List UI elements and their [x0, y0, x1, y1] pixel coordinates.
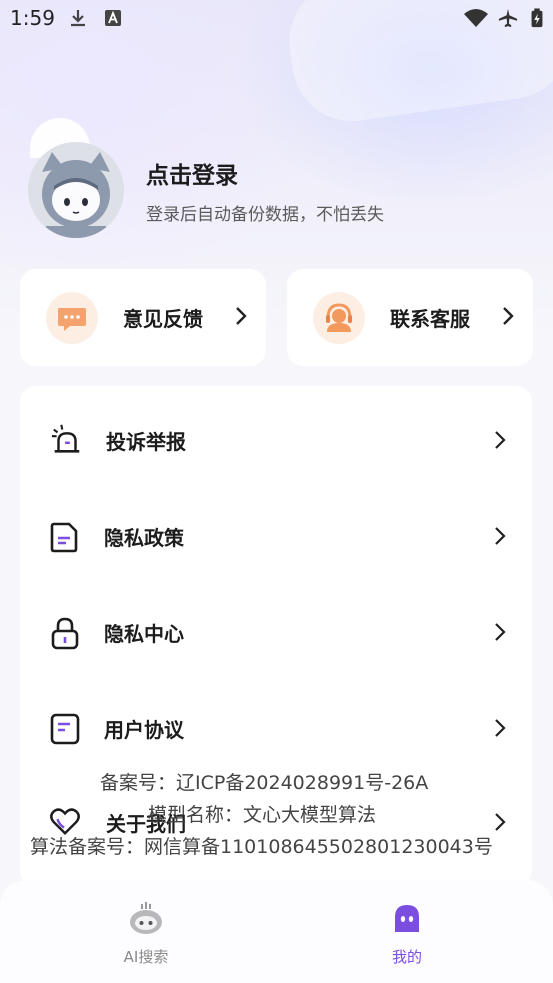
- status-time: 1:59: [10, 6, 55, 30]
- airplane-icon: [498, 8, 518, 28]
- icp-record-number: 备案号：辽ICP备2024028991号-26A: [100, 772, 429, 794]
- chevron-right-icon: [495, 719, 506, 737]
- customer-service-label: 联系客服: [390, 307, 470, 331]
- menu-item-label: 隐私政策: [104, 526, 184, 550]
- agreement-icon: [50, 713, 80, 745]
- text-a-icon: [105, 10, 121, 26]
- feedback-card[interactable]: 意见反馈: [20, 269, 266, 366]
- document-icon: [50, 522, 78, 553]
- chevron-right-icon: [495, 623, 506, 641]
- ghost-face-icon: [395, 905, 419, 932]
- robot-icon: [130, 902, 162, 934]
- tab-mine[interactable]: 我的: [269, 880, 545, 983]
- algorithm-record-number: 算法备案号：网信算备110108645502801230043号: [30, 836, 493, 858]
- login-subtitle: 登录后自动备份数据，不怕丢失: [146, 205, 384, 225]
- battery-charging-icon: [531, 8, 543, 28]
- chat-bubble-icon: [46, 292, 98, 344]
- tab-label: AI搜索: [123, 948, 169, 966]
- menu-item-complaint[interactable]: 投诉举报: [20, 410, 532, 470]
- menu-item-privacy-center[interactable]: 隐私中心: [20, 602, 532, 662]
- tab-ai-search[interactable]: AI搜索: [8, 880, 284, 983]
- chevron-right-icon: [503, 307, 514, 325]
- wifi-icon: [464, 9, 488, 27]
- customer-service-icon: [313, 292, 365, 344]
- menu-item-label: 用户协议: [104, 718, 184, 742]
- chevron-right-icon: [495, 813, 506, 831]
- login-title[interactable]: 点击登录: [146, 156, 238, 190]
- model-name: 模型名称：文心大模型算法: [148, 804, 377, 826]
- tab-label: 我的: [391, 948, 422, 966]
- menu-item-privacy-policy[interactable]: 隐私政策: [20, 506, 532, 566]
- customer-service-card[interactable]: 联系客服: [287, 269, 533, 366]
- cat-hood-avatar-icon: [28, 142, 124, 238]
- chevron-right-icon: [495, 527, 506, 545]
- menu-item-label: 投诉举报: [106, 430, 186, 454]
- feedback-label: 意见反馈: [123, 307, 203, 331]
- avatar[interactable]: [28, 142, 124, 238]
- menu-item-label: 隐私中心: [104, 622, 184, 646]
- lock-icon: [51, 617, 79, 650]
- alarm-siren-icon: [51, 424, 80, 453]
- status-bar: 1:59: [0, 0, 553, 38]
- menu-item-user-agreement[interactable]: 用户协议: [20, 698, 532, 758]
- download-icon: [71, 10, 85, 27]
- bottom-navigation: AI搜索 我的: [0, 880, 553, 983]
- chevron-right-icon: [236, 307, 247, 325]
- chevron-right-icon: [495, 431, 506, 449]
